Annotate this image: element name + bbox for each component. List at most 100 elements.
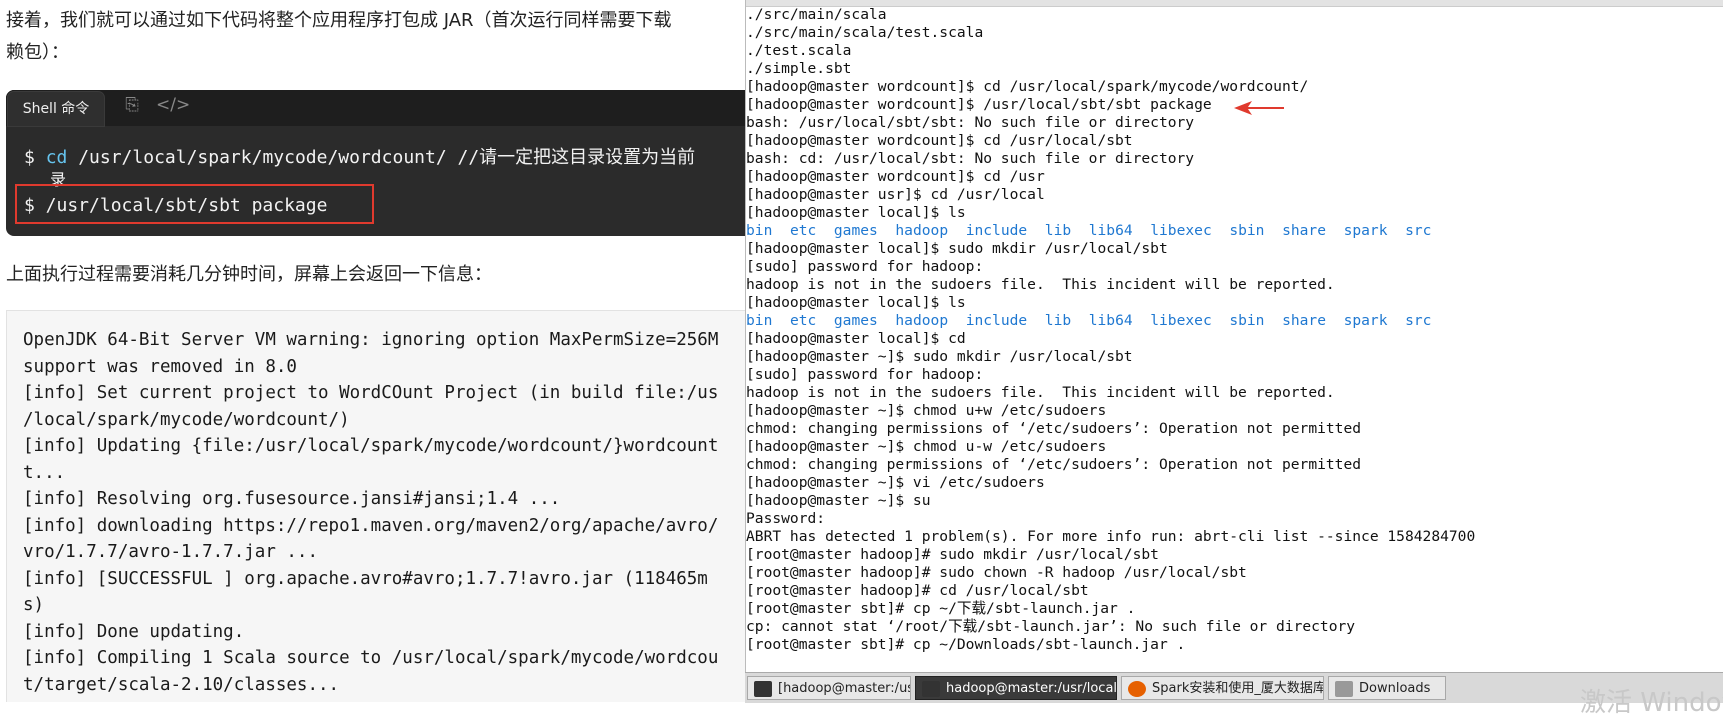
terminal-line: hadoop is not in the sudoers file. This … <box>746 384 1335 401</box>
directory-entry: spark <box>1343 222 1388 239</box>
terminal-line: [hadoop@master local]$ ls <box>746 204 966 221</box>
taskbar-item[interactable]: Spark安装和使用_厦大数据库... <box>1121 676 1324 700</box>
directory-entry: bin <box>746 222 773 239</box>
taskbar-item[interactable]: [hadoop@master:/usr/local/s... <box>747 676 911 700</box>
directory-entry: lib <box>1044 222 1072 239</box>
output-line: OpenJDK 64-Bit Server VM warning: ignori… <box>23 330 719 350</box>
terminal-line: ./src/main/scala <box>746 6 887 23</box>
directory-entry: src <box>1405 312 1432 329</box>
code-keyword: cd <box>45 147 68 168</box>
directory-entry: src <box>1405 222 1432 239</box>
terminal-ls-listing: bin etc games hadoop include lib lib64 l… <box>746 312 1431 330</box>
terminal-line: ABRT has detected 1 problem(s). For more… <box>746 528 1476 545</box>
terminal-line: Password: <box>746 510 826 527</box>
paragraph-output-intro: 上面执行过程需要消耗几分钟时间，屏幕上会返回一下信息： <box>6 264 492 285</box>
terminal-line: [hadoop@master wordcount]$ cd /usr/local… <box>746 78 1309 95</box>
terminal-line: chmod: changing permissions of ‘/etc/sud… <box>746 456 1362 473</box>
terminal-line: [root@master sbt]# cp ~/下载/sbt-launch.ja… <box>746 600 1136 617</box>
terminal-line: [hadoop@master wordcount]$ cd /usr <box>746 168 1045 185</box>
terminal-line: bash: /usr/local/sbt/sbt: No such file o… <box>746 114 1195 131</box>
terminal-line: [root@master hadoop]# sudo chown -R hado… <box>746 564 1247 581</box>
taskbar-item-label: [hadoop@master:/usr/local/s... <box>778 681 910 696</box>
output-line: [info] Done updating. <box>23 621 245 642</box>
output-line: [info] Compiling 1 Scala source to /usr/… <box>23 648 719 668</box>
terminal-line: [hadoop@master ~]$ sudo mkdir /usr/local… <box>746 348 1133 365</box>
directory-entry: bin <box>746 312 773 329</box>
paragraph-intro: 接着，我们就可以通过如下代码将整个应用程序打包成 JAR（首次运行同样需要下载 <box>6 10 672 31</box>
directory-entry: lib64 <box>1088 222 1133 239</box>
directory-entry: hadoop <box>895 312 949 329</box>
output-line: [info] Updating {file:/usr/local/spark/m… <box>23 436 719 456</box>
output-line: [info] Resolving org.fusesource.jansi#ja… <box>23 489 561 509</box>
terminal-line: [sudo] password for hadoop: <box>746 366 984 383</box>
terminal-line: [hadoop@master ~]$ chmod u+w /etc/sudoer… <box>746 402 1107 419</box>
terminal-top-edge <box>746 0 1723 7</box>
directory-entry: lib <box>1044 312 1072 329</box>
output-line: t... <box>23 462 66 483</box>
highlight-box <box>15 184 374 224</box>
copy-icon[interactable]: ⎘ <box>121 94 143 116</box>
terminal-line: [hadoop@master local]$ sudo mkdir /usr/l… <box>746 240 1168 257</box>
red-arrow-annotation <box>1234 101 1284 115</box>
output-line: [info] downloading https://repo1.maven.o… <box>23 515 719 536</box>
directory-entry: sbin <box>1229 312 1265 329</box>
terminal-line: [hadoop@master local]$ ls <box>746 294 966 311</box>
firefox-icon <box>1128 681 1146 697</box>
taskbar: [hadoop@master:/usr/local/s... hadoop@mas… <box>745 672 1723 703</box>
code-line-cd: $ cd /usr/local/spark/mycode/wordcount/ … <box>24 143 695 169</box>
terminal-ls-listing: bin etc games hadoop include lib lib64 l… <box>746 222 1431 240</box>
directory-entry: share <box>1282 312 1326 329</box>
directory-entry: share <box>1282 222 1326 239</box>
directory-entry: games <box>833 222 878 239</box>
terminal-line: [hadoop@master usr]$ cd /usr/local <box>746 186 1045 203</box>
output-line: [info] [SUCCESSFUL ] org.apache.avro#avr… <box>23 568 708 589</box>
terminal-line: hadoop is not in the sudoers file. This … <box>746 276 1335 293</box>
directory-entry: etc <box>789 222 817 239</box>
paragraph-intro-cont: 赖包）： <box>6 42 69 63</box>
tab-shell-command[interactable]: Shell 命令 <box>8 92 104 126</box>
terminal-icon <box>754 681 772 697</box>
terminal-line: [hadoop@master wordcount]$ /usr/local/sb… <box>746 96 1212 113</box>
taskbar-item-label: hadoop@master:/usr/local/sbt <box>946 681 1117 696</box>
terminal-line: [hadoop@master ~]$ su <box>746 492 931 509</box>
terminal-line: [root@master hadoop]# sudo mkdir /usr/lo… <box>746 546 1159 563</box>
output-line: [info] Set current project to WordCOunt … <box>23 383 719 403</box>
terminal-line: [root@master sbt]# cp ~/Downloads/sbt-la… <box>746 636 1186 653</box>
activation-watermark: 激活 Windows <box>1580 688 1723 718</box>
output-line: s) <box>23 595 45 615</box>
folder-icon <box>1335 681 1353 697</box>
taskbar-item[interactable]: hadoop@master:/usr/local/sbt <box>915 676 1117 700</box>
code-prompt: $ <box>24 147 46 168</box>
output-line: support was removed in 8.0 <box>23 356 297 377</box>
directory-entry: games <box>833 312 878 329</box>
terminal-line: [hadoop@master wordcount]$ cd /usr/local… <box>746 132 1133 149</box>
terminal-line: ./test.scala <box>746 42 852 59</box>
directory-entry: etc <box>789 312 817 329</box>
terminal-line: [hadoop@master ~]$ chmod u-w /etc/sudoer… <box>746 438 1107 455</box>
terminal-line: ./simple.sbt <box>746 60 852 77</box>
directory-entry: libexec <box>1150 222 1212 239</box>
taskbar-item-label: Downloads <box>1359 681 1431 696</box>
directory-entry: include <box>965 312 1028 329</box>
taskbar-item-label: Spark安装和使用_厦大数据库... <box>1152 681 1324 696</box>
terminal-line: [sudo] password for hadoop: <box>746 258 984 275</box>
terminal-line: ./src/main/scala/test.scala <box>746 24 984 41</box>
directory-entry: lib64 <box>1088 312 1133 329</box>
terminal-line: bash: cd: /usr/local/sbt: No such file o… <box>746 150 1195 167</box>
output-line: /local/spark/mycode/wordcount/) <box>23 409 350 430</box>
directory-entry: include <box>965 222 1028 239</box>
code-icon[interactable]: </> <box>156 94 190 116</box>
terminal-line: [hadoop@master ~]$ vi /etc/sudoers <box>746 474 1045 491</box>
output-line: t/target/scala-2.10/classes... <box>23 674 340 695</box>
terminal-line: chmod: changing permissions of ‘/etc/sud… <box>746 420 1362 437</box>
directory-entry: libexec <box>1150 312 1212 329</box>
output-line: vro/1.7.7/avro-1.7.7.jar ... <box>23 542 319 562</box>
taskbar-item[interactable]: Downloads <box>1328 676 1446 700</box>
code-tab-strip <box>6 90 745 126</box>
terminal-line: [root@master hadoop]# cd /usr/local/sbt <box>746 582 1089 599</box>
directory-entry: hadoop <box>895 222 949 239</box>
directory-entry: spark <box>1343 312 1388 329</box>
terminal-line: [hadoop@master local]$ cd <box>746 330 966 347</box>
code-args: /usr/local/spark/mycode/wordcount/ //请一定… <box>67 147 696 168</box>
article-pane: 接着，我们就可以通过如下代码将整个应用程序打包成 JAR（首次运行同样需要下载 … <box>0 0 745 702</box>
